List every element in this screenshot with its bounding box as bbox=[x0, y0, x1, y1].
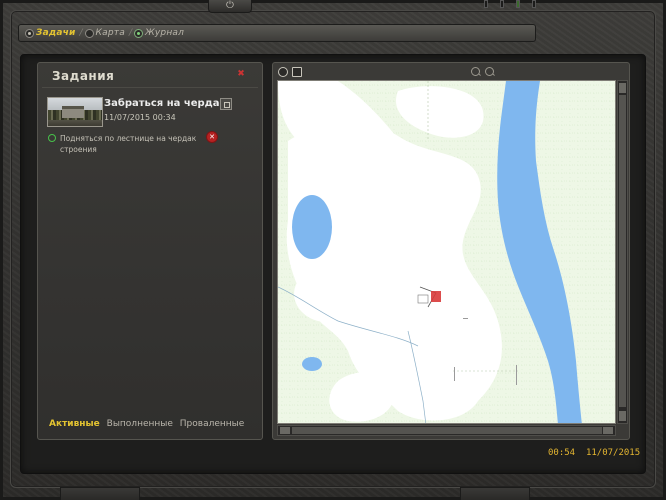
map-structure bbox=[516, 365, 517, 385]
scroll-right-arrow[interactable] bbox=[603, 427, 613, 434]
filter-failed[interactable]: Проваленные bbox=[180, 419, 245, 429]
power-icon[interactable]: ⏻ bbox=[224, 1, 236, 11]
scroll-thumb[interactable] bbox=[292, 427, 602, 434]
map-lake bbox=[302, 357, 322, 371]
tab-radio-icon bbox=[25, 28, 34, 38]
filter-active[interactable]: Активные bbox=[49, 419, 100, 429]
quest-datetime: 11/07/2015 00:34 bbox=[104, 113, 176, 122]
scroll-down-arrow[interactable] bbox=[619, 411, 626, 421]
clock-date: 11/07/2015 bbox=[585, 448, 641, 458]
map-lake bbox=[292, 195, 332, 259]
scroll-thumb[interactable] bbox=[619, 95, 626, 407]
filter-completed[interactable]: Выполненные bbox=[107, 419, 173, 429]
indicator-slot bbox=[516, 0, 520, 8]
frame-bottom-notch bbox=[460, 487, 530, 500]
indicator-slots bbox=[484, 0, 544, 8]
zoom-out-icon[interactable] bbox=[485, 67, 495, 77]
tab-label: Задачи bbox=[36, 28, 76, 38]
remove-task-icon[interactable]: ✖ bbox=[234, 69, 248, 79]
quest-thumbnail[interactable] bbox=[47, 97, 103, 127]
tab-journal[interactable]: Журнал bbox=[133, 28, 185, 38]
thumbnail-house bbox=[62, 106, 84, 118]
fit-icon[interactable] bbox=[292, 67, 302, 77]
tab-separator: / bbox=[79, 28, 83, 38]
title-divider bbox=[42, 87, 258, 88]
cancel-subtask-icon[interactable]: ✕ bbox=[206, 131, 218, 143]
map-toolbar bbox=[277, 66, 627, 79]
indicator-slot bbox=[484, 0, 488, 8]
map-view[interactable] bbox=[277, 80, 616, 424]
tab-radio-icon bbox=[133, 28, 143, 38]
map-structure bbox=[454, 367, 455, 381]
map-svg bbox=[278, 81, 615, 423]
tab-tasks[interactable]: Задачи bbox=[25, 28, 76, 38]
tab-radio-icon bbox=[84, 28, 94, 38]
filter-bar: Активные Выполненные Проваленные bbox=[49, 419, 248, 429]
map-structure bbox=[463, 318, 468, 319]
zoom-in-icon[interactable] bbox=[471, 67, 481, 77]
scroll-left-arrow[interactable] bbox=[280, 427, 290, 434]
tab-label: Карта bbox=[95, 28, 125, 38]
frame-bottom-notch bbox=[60, 487, 140, 500]
subtask-status-icon bbox=[48, 134, 56, 142]
subtask-text: Подняться по лестнице на чердак строения bbox=[60, 134, 197, 154]
scroll-up-arrow[interactable] bbox=[619, 83, 626, 93]
tab-label: Журнал bbox=[144, 28, 185, 38]
quest-title[interactable]: Забраться на чердак bbox=[104, 98, 226, 109]
indicator-slot bbox=[500, 0, 504, 8]
map-vertical-scrollbar[interactable] bbox=[617, 80, 628, 424]
tasks-panel: Задания ✖ Забраться на чердак 11/07/2015… bbox=[37, 62, 263, 440]
clock-time: 00:54 bbox=[548, 448, 576, 458]
map-horizontal-scrollbar[interactable] bbox=[277, 425, 616, 436]
compass-icon[interactable] bbox=[278, 67, 288, 77]
tab-map[interactable]: Карта bbox=[84, 28, 125, 38]
indicator-slot bbox=[532, 0, 536, 8]
tab-bar: Задачи / Карта / Журнал bbox=[18, 24, 536, 42]
tab-separator: / bbox=[128, 28, 132, 38]
map-panel bbox=[272, 62, 630, 440]
panel-title: Задания bbox=[52, 69, 115, 83]
target-icon[interactable] bbox=[220, 98, 232, 110]
game-clock: 00:54 11/07/2015 bbox=[548, 448, 640, 458]
